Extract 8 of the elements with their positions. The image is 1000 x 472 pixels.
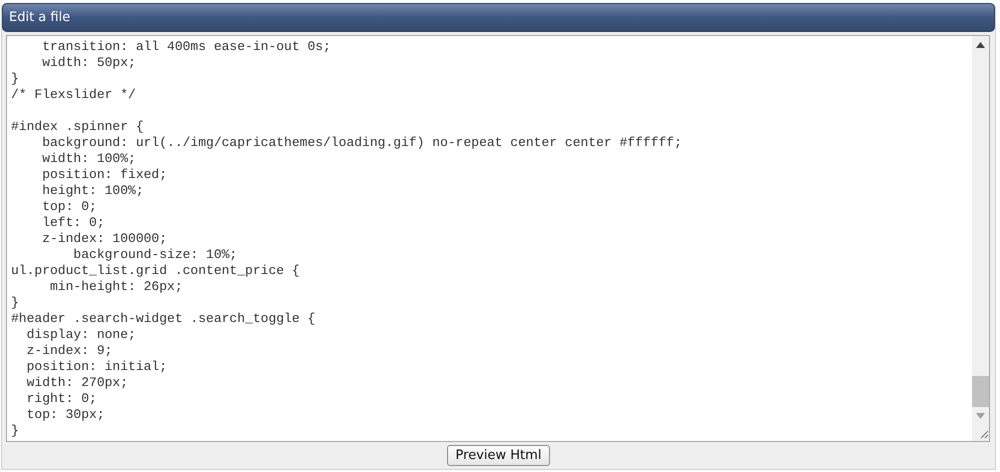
panel-title: Edit a file: [2, 3, 995, 32]
scrollbar[interactable]: [972, 36, 989, 441]
resize-grip-icon[interactable]: [979, 429, 989, 439]
scroll-down-icon[interactable]: [976, 413, 985, 419]
code-text: transition: all 400ms ease-in-out 0s; width: 50px; } /* Flexslider */ #index .spinner { background: url(../img/capricathemes/loading.gif) no-repeat center center #ffffff; width: 100%; position: fixed; height: 100%; top: 0; left: 0; z-index: 100000; background-size: 10%; ul.product_list.grid .content_price { min-height: 26px; } #header .search-widget .search_toggle { display: none; z-index: 9; position: initial; width: 270px; right: 0; top: 30px; }: [10, 38, 683, 440]
scrollbar-thumb[interactable]: [972, 376, 989, 407]
scroll-up-icon[interactable]: [976, 42, 985, 48]
preview-button[interactable]: Preview Html: [446, 445, 550, 466]
